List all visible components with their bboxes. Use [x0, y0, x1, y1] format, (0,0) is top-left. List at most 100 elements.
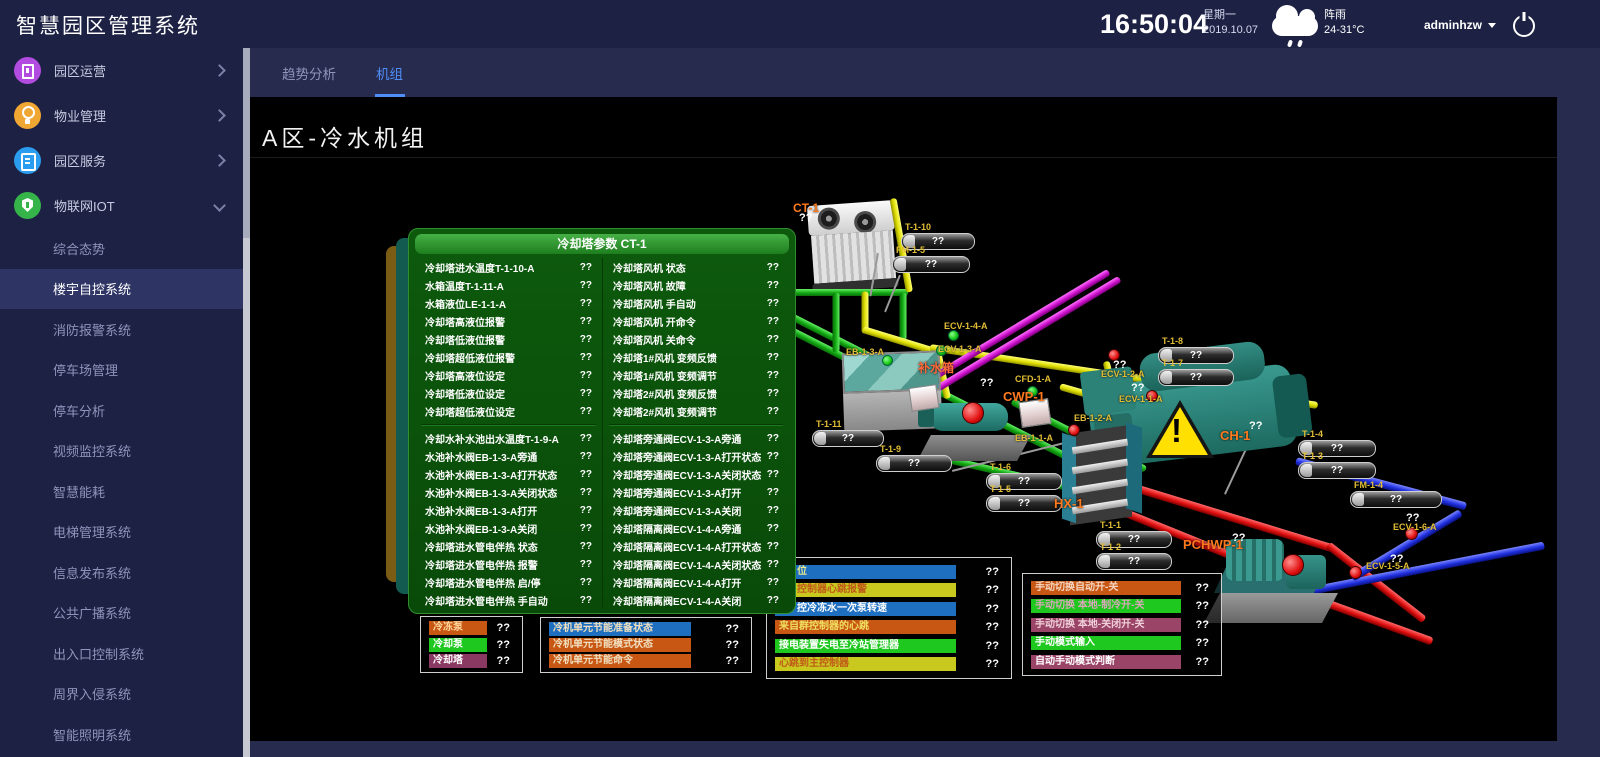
param-row: 冷却塔进水管电伴热 手自动?? [415, 591, 602, 609]
status-row-label: 手动模式输入 [1031, 636, 1181, 650]
status-row: 冷冻泵?? [429, 621, 514, 635]
param-value: ?? [580, 262, 592, 273]
status-row-label: 手动切换自动开-关 [1031, 581, 1181, 595]
gauge-pill: ?? [1350, 491, 1442, 508]
gauge-pill: ?? [892, 256, 970, 273]
sidebar-item-智能照明系统[interactable]: 智能照明系统 [0, 714, 243, 755]
sidebar-item-停车分析[interactable]: 停车分析 [0, 390, 243, 431]
gauge-label: T-1-10 [905, 222, 931, 232]
param-value: ?? [580, 523, 592, 534]
chevron-right-icon [213, 64, 226, 77]
gauge-label: T-1-11 [816, 419, 842, 429]
sidebar-item-视频监控系统[interactable]: 视频监控系统 [0, 431, 243, 472]
param-row: 冷却塔2#风机 变频调节?? [603, 402, 789, 420]
sidebar-group-园区服务[interactable]: 园区服务 [0, 138, 243, 183]
sidebar: 园区运营物业管理园区服务物联网IOT 综合态势楼宇自控系统消防报警系统停车场管理… [0, 48, 243, 757]
param-value: ?? [580, 406, 592, 417]
param-value: ?? [580, 298, 592, 309]
status-row-value: ?? [1196, 619, 1209, 631]
value-mark: ?? [980, 377, 993, 389]
gauge-pill: ?? [812, 430, 884, 447]
param-row: 冷却塔高液位报警?? [415, 312, 602, 330]
cloud-rain-icon [1272, 16, 1318, 36]
clock: 16:50:04 [1100, 9, 1208, 40]
sidebar-item-周界入侵系统[interactable]: 周界入侵系统 [0, 674, 243, 715]
param-value: ?? [767, 388, 779, 399]
sidebar-item-楼宇自控系统[interactable]: 楼宇自控系统 [0, 269, 243, 310]
sidebar-group-园区运营[interactable]: 园区运营 [0, 48, 243, 93]
gauge-value: ?? [925, 259, 937, 270]
param-label: 冷却塔低液位报警 [425, 332, 505, 347]
status-row-value: ?? [986, 621, 999, 633]
status-row: 手动切换自动开-关?? [1031, 581, 1213, 595]
param-row: 水池补水阀EB-1-3-A关闭状态?? [415, 483, 602, 501]
valve-actuator [908, 384, 939, 412]
pump-red-indicator [962, 402, 984, 424]
status-row: 接电装置失电至冷站管理器?? [775, 639, 1003, 653]
param-value: ?? [580, 469, 592, 480]
sidebar-scrollbar[interactable] [243, 48, 250, 757]
sidebar-item-公共广播系统[interactable]: 公共广播系统 [0, 593, 243, 634]
status-row-value: ?? [1196, 656, 1209, 668]
param-row: 冷却塔隔离阀ECV-1-4-A关闭?? [603, 591, 789, 609]
gauge-value: ?? [1190, 350, 1202, 361]
weather-block: 阵雨 24-31°C [1324, 8, 1364, 38]
param-row: 水池补水阀EB-1-3-A打开?? [415, 501, 602, 519]
power-icon[interactable] [1513, 15, 1535, 37]
status-row-label: 控冷冻水一次泵转速 [775, 602, 956, 616]
sidebar-item-智慧能耗[interactable]: 智慧能耗 [0, 471, 243, 512]
sidebar-group-物业管理[interactable]: 物业管理 [0, 93, 243, 138]
param-label: 冷却塔旁通阀ECV-1-3-A打开 [613, 485, 741, 500]
status-row-value: ?? [726, 639, 739, 651]
param-value: ?? [580, 370, 592, 381]
param-value: ?? [767, 595, 779, 606]
chevron-right-icon [213, 154, 226, 167]
pipe-green [833, 293, 840, 353]
sidebar-group-物联网IOT[interactable]: 物联网IOT [0, 183, 243, 228]
device-label-ECV-1-4-A: ECV-1-4-A [944, 321, 988, 331]
param-value: ?? [580, 541, 592, 552]
param-value: ?? [767, 406, 779, 417]
fan-icon [817, 207, 840, 230]
param-label: 水池补水阀EB-1-3-A旁通 [425, 449, 537, 464]
status-row-label: 冷机单元节能命令 [549, 654, 691, 668]
param-row: 冷却塔隔离阀ECV-1-4-A打开状态?? [603, 537, 789, 555]
value-mark: ?? [1249, 420, 1262, 432]
param-row: 冷却塔旁通阀ECV-1-3-A打开?? [603, 483, 789, 501]
param-value: ?? [767, 262, 779, 273]
sidebar-item-出入口控制系统[interactable]: 出入口控制系统 [0, 633, 243, 674]
sidebar-item-停车场管理[interactable]: 停车场管理 [0, 350, 243, 391]
user-menu[interactable]: adminhzw [1424, 18, 1496, 32]
gauge-value: ?? [1331, 443, 1343, 454]
cooling-tower-ct1 [807, 200, 899, 298]
status-panel-1: 冷冻泵??冷却泵??冷却塔?? [420, 616, 523, 673]
date: 2019.10.07 [1203, 23, 1258, 38]
scrollbar-thumb[interactable] [243, 48, 250, 238]
param-label: 冷却塔进水管电伴热 手自动 [425, 593, 548, 608]
sidebar-item-信息发布系统[interactable]: 信息发布系统 [0, 552, 243, 593]
param-value: ?? [767, 298, 779, 309]
sidebar-group-label: 物业管理 [54, 106, 202, 125]
iot-icon [14, 192, 41, 219]
param-value: ?? [767, 370, 779, 381]
status-panel-2: 冷机单元节能准备状态??冷机单元节能模式状态??冷机单元节能命令?? [540, 617, 752, 673]
param-row: 冷却塔旁通阀ECV-1-3-A打开状态?? [603, 447, 789, 465]
valve-indicator [1349, 566, 1362, 579]
sidebar-item-综合态势[interactable]: 综合态势 [0, 228, 243, 269]
status-row-value: ?? [497, 622, 510, 634]
param-value: ?? [767, 334, 779, 345]
gauge-value: ?? [932, 236, 944, 247]
param-row: 水箱温度T-1-11-A?? [415, 276, 602, 294]
sidebar-item-电梯管理系统[interactable]: 电梯管理系统 [0, 512, 243, 553]
sidebar-item-消防报警系统[interactable]: 消防报警系统 [0, 309, 243, 350]
device-label-CWP-1: CWP-1 [1003, 389, 1045, 404]
param-row: 冷却塔风机 状态?? [603, 258, 789, 276]
device-label-ECV-1-3-A: ECV-1-3-A [938, 344, 982, 354]
param-row: 冷却塔低液位报警?? [415, 330, 602, 348]
param-value: ?? [580, 595, 592, 606]
tab-趋势分析[interactable]: 趋势分析 [280, 61, 338, 85]
tab-机组[interactable]: 机组 [374, 61, 405, 85]
device-label-HX-1: HX-1 [1054, 496, 1084, 511]
param-value: ?? [767, 541, 779, 552]
param-label: 冷却塔旁通阀ECV-1-3-A关闭状态 [613, 467, 761, 482]
